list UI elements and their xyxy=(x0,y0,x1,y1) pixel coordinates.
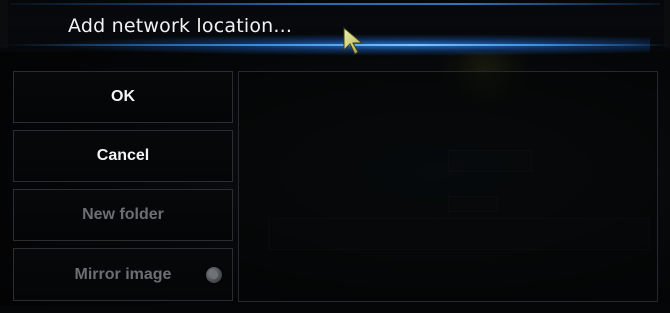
mouse-pointer-icon xyxy=(343,26,364,55)
header-edge xyxy=(0,0,8,48)
cancel-button[interactable]: Cancel xyxy=(13,130,233,182)
mirror-image-toggle[interactable]: Mirror image xyxy=(13,248,233,301)
bottom-strip xyxy=(0,305,670,313)
radio-toggle-icon xyxy=(206,267,222,283)
new-folder-button[interactable]: New folder xyxy=(13,189,233,241)
ok-button-label: OK xyxy=(111,88,135,105)
mirror-image-label: Mirror image xyxy=(74,265,172,283)
header-bottom-line xyxy=(0,44,670,46)
header-top-line xyxy=(10,3,660,5)
ok-button[interactable]: OK xyxy=(13,71,233,123)
dialog-title: Add network location... xyxy=(68,15,293,37)
file-list-panel[interactable] xyxy=(238,71,658,302)
new-folder-button-label: New folder xyxy=(82,206,164,223)
screen: Add network location... OK Cancel New fo… xyxy=(0,0,670,313)
header-edge xyxy=(664,0,670,48)
cancel-button-label: Cancel xyxy=(96,147,150,164)
dialog-header: Add network location... xyxy=(0,0,670,56)
